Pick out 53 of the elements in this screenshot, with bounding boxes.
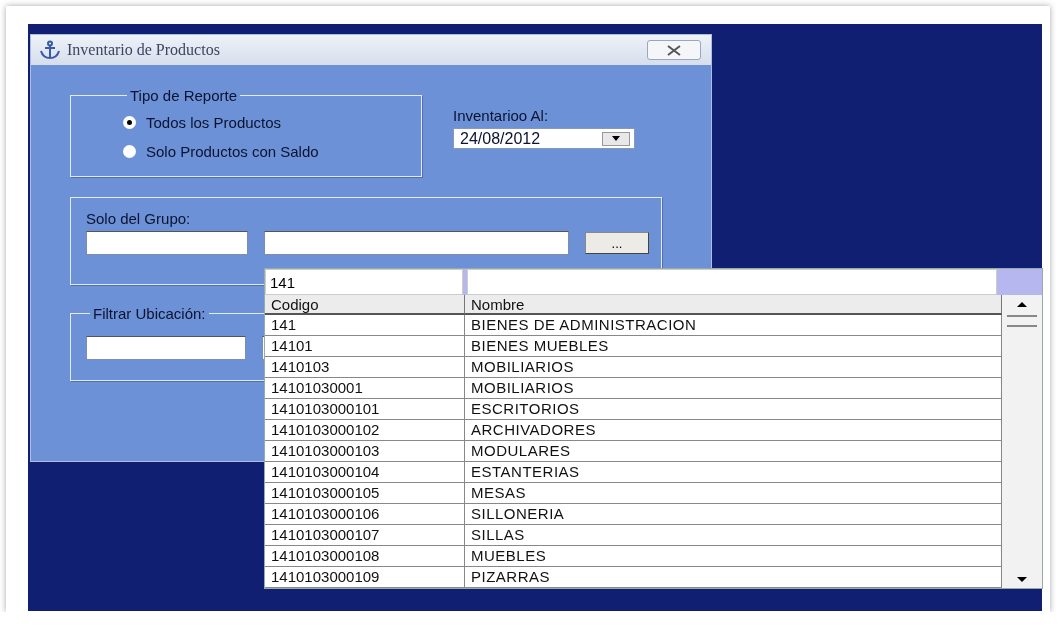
table-cell: 1410103000107 <box>265 525 465 546</box>
window-title: Inventario de Productos <box>67 41 221 59</box>
scroll-thumb[interactable] <box>1007 315 1037 327</box>
radio-label: Solo Productos con Saldo <box>146 143 319 160</box>
anchor-icon <box>39 40 61 60</box>
table-cell: 1410103000101 <box>265 399 465 420</box>
close-icon <box>666 44 682 56</box>
table-cell: 1410103000105 <box>265 483 465 504</box>
table-cell: MOBILIARIOS <box>465 357 1002 378</box>
date-label: Inventarioo Al: <box>453 107 550 124</box>
table-cell: 1410103000102 <box>265 420 465 441</box>
table-cell: MUEBLES <box>465 546 1002 567</box>
table-cell: 1410103000104 <box>265 462 465 483</box>
table-cell: SILLAS <box>465 525 1002 546</box>
column-header[interactable]: Nombre <box>465 295 1002 315</box>
browse-button[interactable]: ... <box>585 232 649 254</box>
search-field[interactable]: 141 <box>265 269 463 295</box>
table-cell: ARCHIVADORES <box>465 420 1002 441</box>
table-cell: ESCRITORIOS <box>465 399 1002 420</box>
date-field[interactable]: 24/08/2012 <box>453 128 635 149</box>
group-label: Tipo de Reporte <box>129 87 238 104</box>
table-cell: 1410103000103 <box>265 441 465 462</box>
table-cell: 141 <box>265 315 465 336</box>
lookup-dropdown[interactable] <box>265 269 1042 588</box>
dropdown-button[interactable] <box>602 131 630 146</box>
radio-button[interactable] <box>123 116 136 129</box>
table-cell: SILLONERIA <box>465 504 1002 525</box>
table-cell: 1410103000108 <box>265 546 465 567</box>
table-cell: 1410103000109 <box>265 567 465 588</box>
close-button[interactable] <box>647 40 701 60</box>
table-cell: BIENES MUEBLES <box>465 336 1002 357</box>
caret-icon <box>1017 301 1027 307</box>
table-cell: MODULARES <box>465 441 1002 462</box>
caret-icon <box>612 136 620 141</box>
group-label: Filtrar Ubicación: <box>92 305 207 322</box>
table-cell: 14101 <box>265 336 465 357</box>
input-field[interactable] <box>86 231 248 255</box>
caret-icon <box>1017 576 1027 582</box>
column-header[interactable]: Codigo <box>265 295 465 315</box>
table-cell: BIENES DE ADMINISTRACION <box>465 315 1002 336</box>
radio-button[interactable] <box>123 145 136 158</box>
input-field[interactable] <box>264 231 569 255</box>
table-cell: MESAS <box>465 483 1002 504</box>
table-cell: 1410103 <box>265 357 465 378</box>
table-cell: MOBILIARIOS <box>465 378 1002 399</box>
table-cell: PIZARRAS <box>465 567 1002 588</box>
group-label: Solo del Grupo: <box>86 210 192 227</box>
scrollbar[interactable] <box>1002 295 1042 588</box>
table-cell: 1410103000106 <box>265 504 465 525</box>
table-cell: ESTANTERIAS <box>465 462 1002 483</box>
input-field[interactable] <box>86 336 246 360</box>
radio-label: Todos los Productos <box>146 114 282 131</box>
table-cell: 14101030001 <box>265 378 465 399</box>
